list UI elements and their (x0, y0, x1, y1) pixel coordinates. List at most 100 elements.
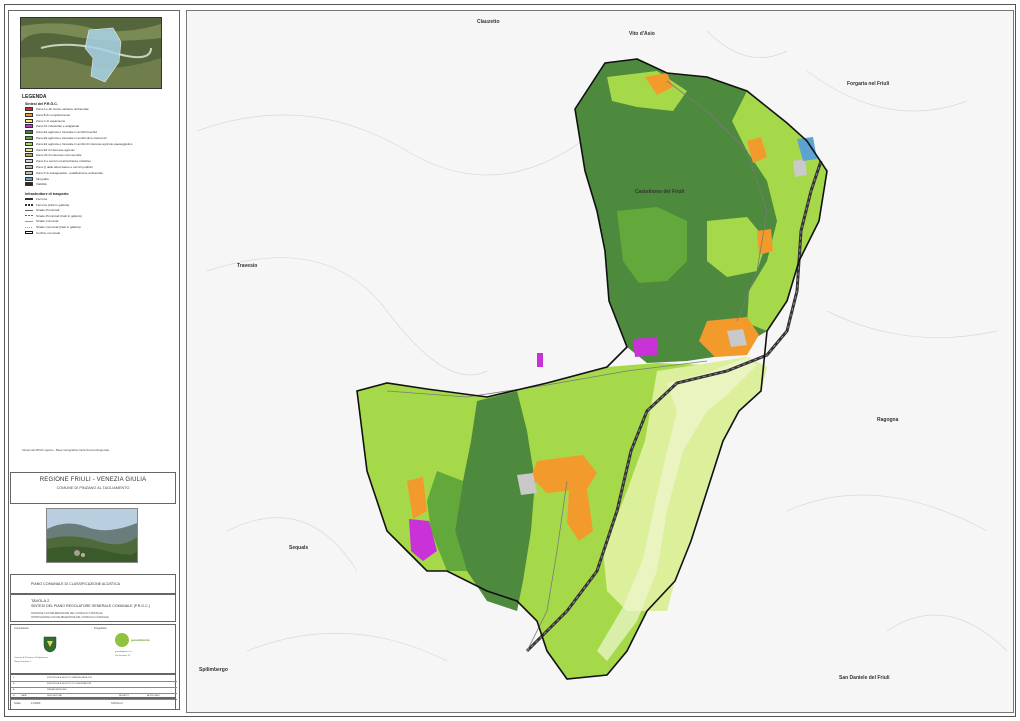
legend-zone-row: Idrografia (25, 176, 49, 181)
revision-cell-desc: PRIMA EMISSIONE (47, 688, 67, 691)
legend-swatch (25, 165, 33, 169)
legend-infra-row: Ferrovia (tratti in galleria) (25, 203, 69, 207)
legend-zone-label: Zona S e servizi ed attrezzature collett… (36, 159, 91, 164)
legend-infra-row: Strade Provinciali (tratti in galleria) (25, 214, 82, 218)
plan-title: PIANO COMUNALE DI CLASSIFICAZIONE ACUSTI… (31, 582, 121, 586)
legend-line-symbol (25, 198, 33, 200)
tavola-number: TAVOLA 2 (31, 598, 50, 603)
legend-zone-label: Zona C di espansione (36, 118, 66, 123)
place-travesio: Travesio (237, 263, 258, 269)
client-line-2: Piazza Lepanto, 1 (14, 661, 32, 663)
scale-sheet: TAVOLA 2 (111, 702, 123, 705)
legend-swatch (25, 170, 33, 175)
legend-zone-label: Zona E4 agricola e forestale in ambiti d… (36, 141, 133, 146)
legend-zone-row: Viabilità (25, 182, 47, 187)
legend-zone-row: Zona E6 di interesse agricolo (25, 147, 75, 152)
legend-zone-label: Zona B di completamento (36, 112, 71, 117)
legend-zones-header: Sintesi del P.R.G.C. (25, 102, 58, 106)
revision-cell-b: APPROVATO (147, 694, 161, 697)
legend-infra-label: Strade Comunali (tratti in galleria) (36, 225, 81, 229)
legend-zone-row: Zona P di salvaguardia - qualificazione … (25, 170, 103, 175)
map-frame[interactable]: Clauzetto Vito d'Asio Forgaria nel Friul… (186, 10, 1014, 713)
legend-infra-row: Strade Comunali (25, 219, 58, 223)
place-spilimbergo: Spilimbergo (199, 667, 228, 673)
legend-swatch (25, 141, 33, 146)
place-vito-dasio: Vito d'Asio (629, 31, 655, 37)
approval-approval: APPROVAZIONE CON DELIBERAZIONE DEL CONSI… (31, 616, 109, 619)
legend-line-symbol (25, 226, 33, 228)
revision-cell-desc: MODIFICHE A SEGUITO DI OSSERVAZIONI (47, 682, 92, 685)
revision-table: C MODIFICHE A SEGUITO PARERE ARPA FVG B MOD… (10, 674, 177, 700)
legend-line-symbol (25, 220, 33, 222)
client-label: Committente (14, 627, 29, 630)
legend-swatch (25, 176, 33, 181)
legend-zone-label: Zona P di salvaguardia - qualificazione … (36, 170, 103, 175)
legend-zone-row: Zona B di completamento (25, 112, 71, 117)
revision-cell-a: REDATTO (119, 694, 130, 697)
municipality-title: COMUNE DI PINZANO AL TAGLIAMENTO (56, 486, 130, 490)
place-castelnovo: Castelnovo del Friuli (635, 189, 685, 195)
legend-infra-label: Strade Provinciali (36, 208, 60, 213)
revision-cell-desc: DESCRIZIONE (47, 694, 62, 697)
revision-cell-n: N (13, 694, 15, 697)
legend-swatch (25, 124, 33, 129)
revision-cell-n: A (13, 688, 15, 691)
legend-zone-label: Zona D1 industriale e artigianale (36, 124, 80, 129)
legend-zone-row: Zona H2 di interesse commerciale (25, 153, 82, 158)
legend-zone-label: Zona A e Ab storico-artistico ambientale (36, 107, 89, 111)
legend-line-symbol (25, 203, 33, 206)
legend-infra-label: Strade Provinciali (tratti in galleria) (36, 213, 82, 218)
legend-zone-row: Zona E4 agricola e forestale in ambiti d… (25, 141, 133, 146)
firm-block: Committente Progettista geoambiente Comu… (10, 624, 176, 674)
legend-infra-label: Confine comunale (36, 230, 61, 235)
client-line-1: Comune di Pinzano al Tagliamento (14, 657, 48, 659)
place-san-daniele: San Daniele del Friuli (839, 675, 890, 681)
legend-line-symbol (25, 215, 33, 217)
approval-adoption: ADOZIONE CON DELIBERAZIONE DEL CONSIGLIO… (31, 612, 103, 615)
legend-zone-row: Zona Q delle attrezzature e servizi pubb… (25, 165, 93, 169)
legend-infra-row: Ferrovia (25, 197, 47, 201)
designer-line-2: Via Ferrovia, 37 (115, 655, 131, 657)
legend-line-symbol (25, 209, 33, 211)
overview-map (20, 17, 162, 89)
legend-infra-row: Confine comunale (25, 231, 60, 235)
scale-block: Scala 1:10000 TAVOLA 2 (10, 698, 176, 710)
legend-zone-label: Zona H2 di interesse commerciale (36, 153, 82, 158)
legend-zone-row: Zona S e servizi ed attrezzature collett… (25, 159, 91, 164)
legend-swatch (25, 130, 33, 135)
map-canvas[interactable] (187, 11, 1014, 713)
legend-swatch (25, 136, 33, 140)
legend-infra-label: Ferrovia (36, 197, 48, 201)
source-note: Sintesi del PRGC vigente - Base cartogra… (22, 448, 110, 452)
legend-zone-row: Zona C di espansione (25, 118, 66, 123)
legend-infra-label: Ferrovia (tratti in galleria) (36, 202, 70, 207)
place-forgaria: Forgaria nel Friuli (847, 81, 890, 87)
landscape-photo (46, 508, 138, 563)
legend-zone-label: Zona E2 agricola e forestale in ambiti b… (36, 130, 98, 135)
overview-map-image (21, 18, 161, 88)
legend-zone-label: Zona Q delle attrezzature e servizi pubb… (36, 165, 93, 169)
title-block: REGIONE FRIULI - VENEZIA GIULIA COMUNE D… (10, 472, 176, 504)
legend-zone-label: Viabilità (36, 182, 47, 187)
designer-line-1: geoambiente s.r.l. (115, 651, 133, 653)
place-clauzetto: Clauzetto (477, 19, 500, 25)
geoambiente-logo-icon (115, 633, 129, 647)
legend-zone-row: Zona E2 agricola e forestale in ambiti b… (25, 130, 98, 135)
legend-zone-row: Zona A e Ab storico-artistico ambientale (25, 107, 89, 111)
legend-swatch (25, 112, 33, 117)
revision-cell-n: C (13, 676, 15, 679)
legend-title: LEGENDA (22, 94, 47, 100)
legend-swatch (25, 107, 33, 111)
legend-swatch (25, 159, 33, 164)
region-title: REGIONE FRIULI - VENEZIA GIULIA (39, 477, 147, 483)
designer-name: geoambiente (131, 638, 150, 642)
legend-swatch (25, 182, 33, 187)
legend-infra-row: Strade Provinciali (25, 208, 59, 212)
coat-of-arms-icon (43, 636, 57, 653)
revision-cell-desc: MODIFICHE A SEGUITO PARERE ARPA FVG (47, 676, 93, 679)
designer-label: Progettista (94, 627, 107, 630)
legend-infra-header: Infrastrutture di trasporto (25, 192, 69, 196)
tavola-description: SINTESI DEL PIANO REGOLATORE GENERALE CO… (31, 604, 150, 608)
revision-cell-date: DATA (21, 694, 27, 697)
scale-value: 1:10000 (31, 702, 41, 705)
